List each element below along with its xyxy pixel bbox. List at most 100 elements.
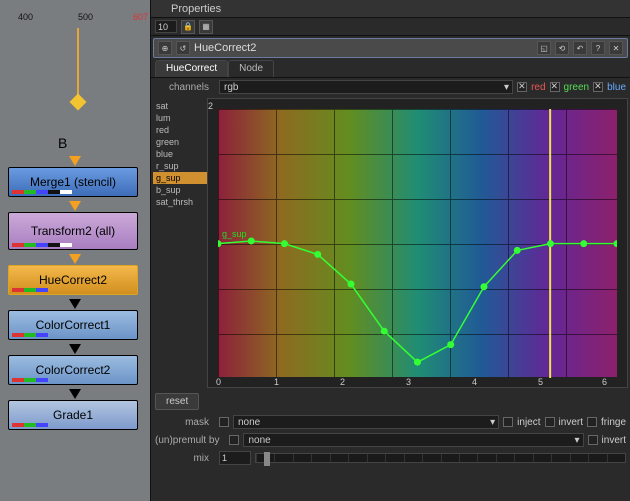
curve-svg[interactable]: [218, 109, 617, 378]
reset-button[interactable]: reset: [155, 393, 199, 410]
axis-tick: 6: [602, 377, 607, 387]
list-item[interactable]: r_sup: [153, 160, 207, 172]
link-icon[interactable]: ↺: [176, 41, 190, 55]
mask-row: mask none▾ inject invert fringe: [151, 413, 630, 431]
curve-point[interactable]: [218, 240, 221, 247]
checkbox-green[interactable]: [550, 82, 560, 92]
node-label: HueCorrect2: [39, 273, 107, 287]
node-huecorrect2[interactable]: HueCorrect2: [8, 265, 138, 295]
invert-checkbox[interactable]: [545, 417, 555, 427]
list-item[interactable]: lum: [153, 112, 207, 124]
checkbox-blue[interactable]: [593, 82, 603, 92]
channel-green-label: green: [564, 82, 590, 93]
ruler-tick: 500: [78, 12, 93, 22]
unpremult-dropdown[interactable]: none▾: [243, 433, 583, 447]
curve-point[interactable]: [314, 251, 321, 258]
ruler-tick: 400: [18, 12, 33, 22]
curve-point[interactable]: [547, 240, 554, 247]
list-item[interactable]: red: [153, 124, 207, 136]
tab-node[interactable]: Node: [228, 60, 274, 77]
curve-point[interactable]: [381, 328, 388, 335]
arrow-down-icon: [69, 201, 81, 211]
keyframe-diamond-icon[interactable]: [70, 94, 87, 111]
inject-checkbox[interactable]: [503, 417, 513, 427]
mix-value-field[interactable]: [219, 451, 251, 465]
channel-red-label: red: [531, 82, 545, 93]
panel-title-bar: Properties: [151, 0, 630, 18]
curve-point[interactable]: [281, 240, 288, 247]
node-label: ColorCorrect1: [36, 318, 111, 332]
help-icon[interactable]: ?: [591, 41, 605, 55]
tab-huecorrect[interactable]: HueCorrect: [155, 60, 228, 77]
mask-enable-checkbox[interactable]: [219, 417, 229, 427]
mask-value: none: [238, 417, 260, 428]
axis-tick: 2: [208, 101, 213, 111]
node-stack: Merge1 (stencil) Transform2 (all) HueCor…: [8, 155, 142, 434]
curve-editor[interactable]: g_sup 0 1 2 3 4 5 6 2: [207, 98, 628, 388]
curve-line[interactable]: [218, 241, 617, 362]
channels-value: rgb: [224, 82, 238, 93]
axis-tick: 2: [340, 377, 345, 387]
channels-row: channels rgb ▾ red green blue: [151, 78, 630, 96]
fringe-label: fringe: [601, 417, 626, 428]
axis-tick: 5: [538, 377, 543, 387]
curve-point[interactable]: [580, 240, 587, 247]
panel-title: Properties: [171, 3, 221, 15]
curve-point[interactable]: [414, 359, 421, 366]
float-icon[interactable]: ◱: [537, 41, 551, 55]
undo-icon[interactable]: ↶: [573, 41, 587, 55]
mix-slider[interactable]: [255, 453, 626, 463]
axis-tick: 0: [216, 377, 221, 387]
inject-label: inject: [517, 417, 540, 428]
curve-channel-list[interactable]: sat lum red green blue r_sup g_sup b_sup…: [153, 98, 207, 388]
list-item[interactable]: sat_thrsh: [153, 196, 207, 208]
node-label: Grade1: [53, 408, 93, 422]
curve-points-group[interactable]: [218, 237, 617, 365]
chevron-down-icon: ▾: [575, 435, 580, 446]
axis-tick: 3: [406, 377, 411, 387]
mask-dropdown[interactable]: none▾: [233, 415, 499, 429]
curve-point[interactable]: [248, 237, 255, 244]
channel-blue-label: blue: [607, 82, 626, 93]
list-item-selected[interactable]: g_sup: [153, 172, 207, 184]
clear-icon[interactable]: ▦: [199, 20, 213, 34]
list-item[interactable]: sat: [153, 100, 207, 112]
fringe-checkbox[interactable]: [587, 417, 597, 427]
list-item[interactable]: blue: [153, 148, 207, 160]
node-colorcorrect1[interactable]: ColorCorrect1: [8, 310, 138, 340]
node-label: Merge1 (stencil): [30, 175, 116, 189]
close-icon[interactable]: ✕: [609, 41, 623, 55]
lock-icon[interactable]: 🔒: [181, 20, 195, 34]
curve-point[interactable]: [514, 247, 521, 254]
property-node-bar: ⊕ ↺ HueCorrect2 ◱ ⟲ ↶ ? ✕: [153, 38, 628, 58]
node-graph-panel[interactable]: 400 500 607 B Merge1 (stencil) Transform…: [0, 0, 150, 501]
curve-point[interactable]: [447, 341, 454, 348]
curve-point[interactable]: [480, 283, 487, 290]
slider-thumb[interactable]: [264, 452, 270, 466]
timeline-ruler: 400 500 607: [0, 12, 150, 24]
ruler-current-frame: 607: [133, 12, 148, 22]
curve-point[interactable]: [347, 281, 354, 288]
input-label-b: B: [58, 135, 67, 151]
list-item[interactable]: green: [153, 136, 207, 148]
curve-point[interactable]: [613, 240, 616, 247]
unpremult-checkbox[interactable]: [229, 435, 239, 445]
channels-label: channels: [155, 82, 215, 93]
node-transform2[interactable]: Transform2 (all): [8, 212, 138, 250]
node-grade1[interactable]: Grade1: [8, 400, 138, 430]
channels-dropdown[interactable]: rgb ▾: [219, 80, 513, 94]
checkbox-red[interactable]: [517, 82, 527, 92]
list-item[interactable]: b_sup: [153, 184, 207, 196]
chevron-down-icon: ▾: [504, 82, 509, 93]
center-icon[interactable]: ⊕: [158, 41, 172, 55]
arrow-down-icon: [69, 156, 81, 166]
mix-row: mix: [151, 449, 630, 467]
node-colorcorrect2[interactable]: ColorCorrect2: [8, 355, 138, 385]
node-merge1[interactable]: Merge1 (stencil): [8, 167, 138, 197]
unpremult-invert-checkbox[interactable]: [588, 435, 598, 445]
node-bar-title: HueCorrect2: [194, 42, 533, 54]
panel-count-field[interactable]: [155, 20, 177, 33]
revert-icon[interactable]: ⟲: [555, 41, 569, 55]
unpremult-label: (un)premult by: [155, 435, 225, 446]
panel-toolbar: 🔒 ▦: [151, 18, 630, 36]
